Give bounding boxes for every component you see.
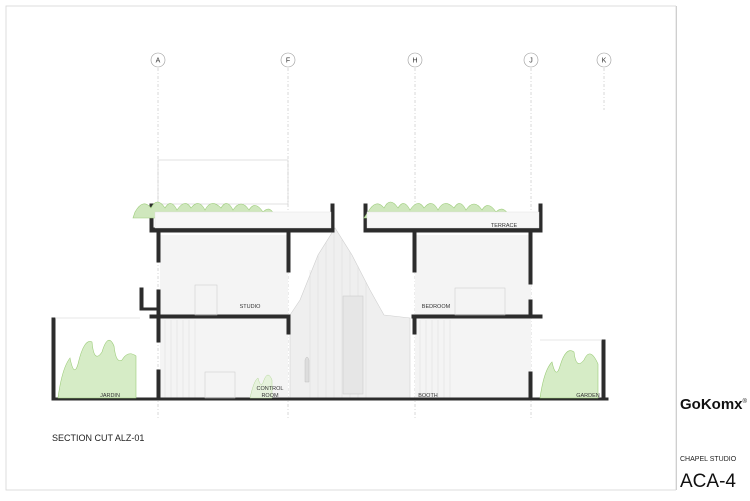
wall-f-upper — [286, 231, 291, 273]
grid-label-a: A — [156, 58, 161, 65]
project-name: CHAPEL STUDIO — [680, 456, 737, 463]
label-garden: GARDEN — [576, 393, 600, 399]
wall-j-lower — [528, 371, 533, 399]
wall-j-mid — [528, 299, 533, 319]
grid-label-h: H — [412, 58, 417, 65]
drawing-sheet: A F H J K TERRACE STUDIO BEDROOM CONTROL… — [0, 0, 750, 496]
booth-right-fill — [415, 318, 531, 398]
jardin-wall — [51, 317, 56, 399]
grid-label-j: J — [529, 58, 533, 65]
roof-slab-left — [149, 227, 335, 233]
grid-label-f: F — [286, 58, 290, 65]
roof-planting — [132, 201, 540, 229]
wall-f-mid — [286, 317, 291, 335]
wall-h-mid — [412, 317, 417, 335]
section-drawing: A F H J K TERRACE STUDIO BEDROOM CONTROL… — [5, 5, 677, 491]
vault-door — [342, 295, 364, 395]
chapel-vault — [289, 227, 411, 399]
label-bedroom: BEDROOM — [422, 304, 451, 310]
studio-fill — [160, 235, 288, 315]
grid-bubbles — [150, 52, 612, 68]
wall-a-upper — [156, 231, 161, 263]
label-control-room-2: ROOM — [261, 393, 279, 399]
parapet-mid-left — [330, 203, 335, 233]
roof-frame — [157, 159, 289, 205]
label-jardin: JARDIN — [100, 393, 120, 399]
title-block: GoKomx® CHAPEL STUDIO ACA-4 — [676, 6, 747, 492]
wall-h-upper — [412, 231, 417, 273]
sheet-code: ACA-4 — [680, 471, 736, 492]
balcony-slab — [139, 307, 161, 311]
brand-logo: GoKomx® — [680, 396, 747, 413]
mid-slab-left — [149, 314, 291, 319]
brand-name: GoKomx — [680, 396, 743, 413]
wall-j-upper — [528, 231, 533, 285]
parapet-right — [538, 203, 543, 233]
person-figure — [304, 356, 310, 383]
bedroom-fill — [415, 235, 531, 315]
mid-slab-right — [411, 314, 543, 319]
label-booth: BOOTH — [418, 393, 438, 399]
balcony-rail — [139, 287, 144, 311]
wall-a-mid — [156, 289, 161, 343]
label-studio: STUDIO — [240, 304, 262, 310]
label-terrace: TERRACE — [491, 223, 518, 229]
grid-label-k: K — [602, 58, 607, 65]
section-caption: SECTION CUT ALZ-01 — [52, 433, 145, 443]
brand-mark: ® — [742, 399, 747, 405]
wall-a-lower — [156, 369, 161, 399]
garden-wall — [601, 339, 606, 399]
label-control-room-1: CONTROL — [257, 386, 284, 392]
